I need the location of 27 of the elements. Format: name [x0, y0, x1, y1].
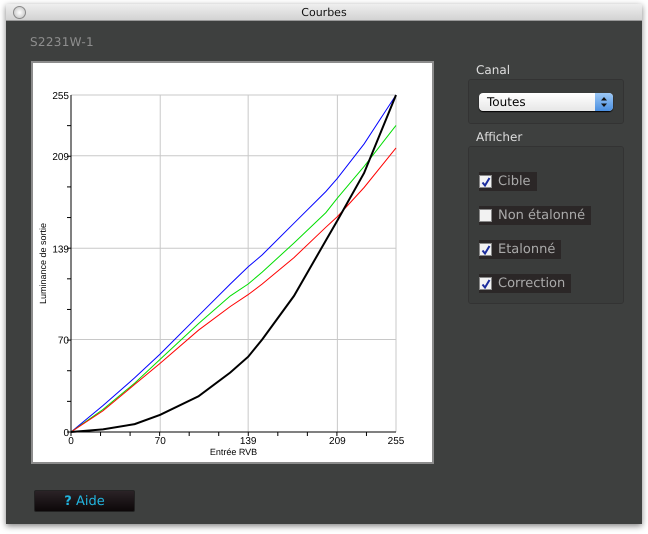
y-tick-label: 209 [52, 152, 69, 163]
checkbox[interactable] [479, 209, 492, 222]
channel-select[interactable]: Toutes [479, 93, 613, 111]
checkbox-option[interactable]: Non étalonné [479, 206, 592, 225]
checkbox-option[interactable]: Cible [479, 172, 537, 191]
y-tick-label: 255 [52, 91, 69, 102]
close-button[interactable] [13, 6, 26, 19]
display-name: S2231W-1 [30, 35, 95, 49]
x-tick-label: 70 [154, 436, 166, 447]
group-label: Canal [476, 63, 512, 77]
y-axis-label: Luminance de sortie [38, 222, 48, 304]
window-title: Courbes [301, 6, 347, 18]
x-tick-label: 0 [68, 436, 74, 447]
group-label: Afficher [476, 130, 524, 144]
checkbox[interactable] [479, 175, 492, 188]
checkbox-option[interactable]: Etalonné [479, 240, 562, 259]
x-tick-label: 139 [240, 436, 256, 447]
y-tick-label: 139 [52, 244, 69, 256]
x-tick-label: 255 [388, 436, 404, 447]
x-tick-label: 209 [329, 436, 346, 447]
checkbox-option[interactable]: Correction [479, 274, 572, 293]
stepper-icon [595, 93, 613, 111]
x-axis-label: Entrée RVB [210, 447, 258, 457]
y-tick-label: 70 [58, 336, 69, 346]
checkbox[interactable] [479, 277, 492, 290]
help-button[interactable]: ? Aide [34, 490, 135, 512]
checkbox[interactable] [479, 243, 492, 256]
